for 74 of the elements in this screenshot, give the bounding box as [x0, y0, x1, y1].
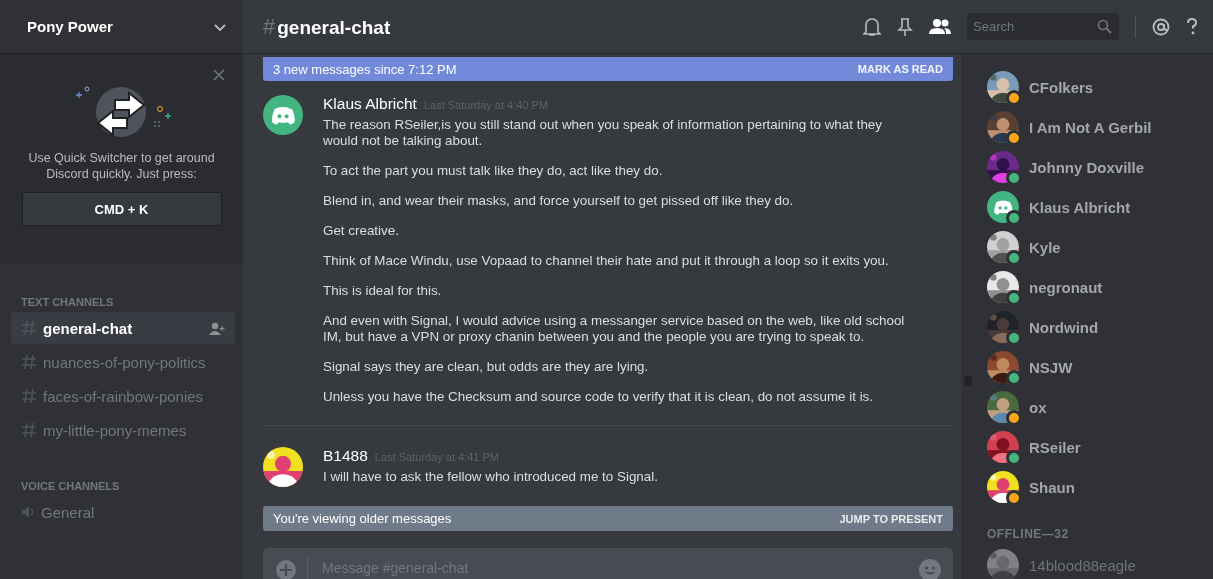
channel-item[interactable]: nuances-of-pony-politics — [11, 346, 235, 378]
member-item[interactable]: Nordwind — [987, 307, 1213, 347]
search-icon — [1097, 19, 1112, 34]
scrollbar-track[interactable] — [961, 54, 975, 579]
member-name: ox — [1029, 398, 1047, 416]
jump-to-present-link[interactable]: JUMP TO PRESENT — [839, 512, 943, 525]
member-item[interactable]: RSeiler — [987, 427, 1213, 467]
channel-name: General — [41, 503, 95, 521]
member-name: CFolkers — [1029, 78, 1094, 96]
mark-as-read-link[interactable]: MARK AS READ — [857, 63, 943, 75]
close-icon[interactable] — [213, 69, 225, 81]
channel-name: general-chat — [43, 319, 133, 337]
hash-icon — [21, 320, 37, 336]
message-text: Unless you have the Checksum and source code to verify that it is clean, do not assume it is. — [323, 389, 875, 405]
message-text: I will have to ask the fellow who introduced me to Signal. — [323, 469, 659, 485]
server-name: Pony Power — [27, 18, 113, 35]
offline-header: OFFLINE—32 — [987, 527, 1070, 543]
channel-name: my-little-pony-memes — [43, 421, 187, 439]
message-text: The reason RSeiler,is you still stand out when you speak of information pertaining to what they would not be talking about. — [323, 117, 883, 149]
discord-logo-icon — [263, 95, 303, 135]
mention-icon[interactable] — [1152, 17, 1170, 36]
channel-item[interactable]: my-little-pony-memes — [11, 414, 235, 446]
member-name: Kyle — [1029, 238, 1061, 256]
quick-switcher-hint: Use Quick Switcher to get around Discord quickly. Just press: — [27, 150, 216, 182]
member-name: NSJW — [1029, 358, 1073, 376]
channel-name: faces-of-rainbow-ponies — [43, 387, 204, 405]
member-item[interactable]: Kyle — [987, 227, 1213, 267]
channel-title: general-chat — [277, 16, 391, 39]
member-name: Shaun — [1029, 478, 1075, 496]
hash-icon — [21, 354, 37, 370]
member-name: Johnny Doxville — [1029, 158, 1145, 176]
member-item[interactable]: negronaut — [987, 267, 1213, 307]
channel-hash: # — [263, 13, 276, 40]
message-text: And even with Signal, I would advice using a messanger service based on the web, like old school IM, but have a VPN or proxy chanin between you and the people you are trying to speak to. — [323, 313, 906, 345]
help-icon[interactable] — [1186, 18, 1198, 35]
message-text: Get creative. — [323, 223, 400, 239]
channel-item[interactable]: General — [11, 496, 235, 528]
banner-text: 3 new messages since 7:12 PM — [273, 61, 457, 77]
message-text: Think of Mace Windu, use Vopaad to channel their hate and put it through a loop so it exits you. — [323, 253, 890, 269]
category-label: VOICE CHANNELS — [20, 479, 121, 494]
member-name: negronaut — [1029, 278, 1103, 296]
author-name[interactable]: Klaus Albricht — [323, 95, 417, 113]
message-text: To act the part you must talk like they do, act like they do. — [323, 163, 664, 179]
message-text: Signal says they are clean, but odds are they are lying. — [323, 359, 650, 375]
search-field[interactable]: Search — [967, 13, 1119, 40]
hash-icon — [21, 422, 37, 438]
member-name: RSeiler — [1029, 438, 1081, 456]
members-icon[interactable] — [929, 18, 951, 35]
channel-name: nuances-of-pony-politics — [43, 353, 206, 371]
member-item[interactable]: CFolkers — [987, 67, 1213, 107]
member-item[interactable]: NSJW — [987, 347, 1213, 387]
channel-item[interactable]: general-chat — [11, 312, 235, 344]
shortcut-key: CMD + K — [21, 192, 222, 226]
member-item[interactable]: Shaun — [987, 467, 1213, 507]
message-text: This is ideal for this. — [323, 283, 443, 299]
member-item[interactable]: Johnny Doxville — [987, 147, 1213, 187]
member-item[interactable]: I Am Not A Gerbil — [987, 107, 1213, 147]
member-name: 14blood88eagle — [1029, 556, 1136, 574]
category-label: TEXT CHANNELS — [20, 295, 115, 310]
pin-icon[interactable] — [897, 16, 913, 37]
member-item[interactable]: ox — [987, 387, 1213, 427]
add-user-icon[interactable] — [209, 321, 225, 335]
message-text: Blend in, and wear their masks, and force yourself to get pissed off like they do. — [323, 193, 795, 209]
banner-text: You're viewing older messages — [273, 511, 452, 526]
member-item[interactable]: 14blood88eagle — [987, 545, 1213, 579]
member-item[interactable]: Klaus Albricht — [987, 187, 1213, 227]
speaker-icon — [21, 505, 35, 519]
channel-item[interactable]: faces-of-rainbow-ponies — [11, 380, 235, 412]
member-name: Klaus Albricht — [1029, 198, 1131, 216]
hash-icon — [21, 388, 37, 404]
member-name: I Am Not A Gerbil — [1029, 118, 1152, 136]
member-name: Nordwind — [1029, 318, 1099, 336]
author-name[interactable]: B1488 — [323, 447, 368, 465]
bell-icon[interactable] — [863, 16, 881, 37]
